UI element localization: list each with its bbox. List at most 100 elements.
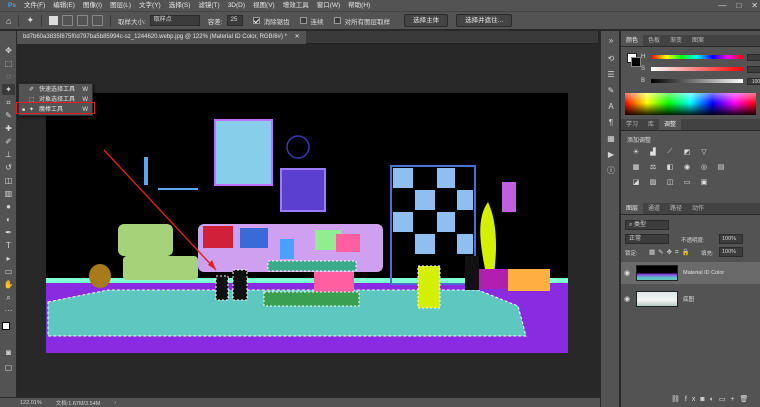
- visibility-eye-icon[interactable]: ◉: [621, 269, 633, 277]
- menu-type[interactable]: 文字(Y): [135, 0, 165, 11]
- levels-icon[interactable]: ▟: [648, 147, 658, 156]
- home-icon[interactable]: ⌂: [6, 16, 11, 26]
- swatches-icon[interactable]: ▦: [605, 133, 617, 144]
- zoom-tool-icon[interactable]: ⌕: [2, 292, 15, 303]
- stamp-tool-icon[interactable]: ⊥: [2, 149, 15, 160]
- document-tab[interactable]: bd7b60a3835f875f0d797ba5b85994c-sz_12446…: [17, 31, 306, 44]
- pen-tool-icon[interactable]: ✒: [2, 227, 15, 238]
- history-icon[interactable]: ⟲: [605, 53, 617, 64]
- layer-name[interactable]: Material ID Color: [683, 270, 724, 276]
- brightness-icon[interactable]: ☀: [631, 147, 641, 156]
- layer-row-material-id[interactable]: ◉ Material ID Color: [621, 262, 760, 284]
- s-slider[interactable]: [651, 67, 744, 71]
- healing-tool-icon[interactable]: ✚: [2, 123, 15, 134]
- select-and-mask-button[interactable]: 选择并遮住...: [456, 14, 513, 27]
- tab-channels[interactable]: 通道: [643, 203, 665, 214]
- fx-icon[interactable]: fx: [685, 396, 700, 403]
- menu-image[interactable]: 图像(I): [79, 0, 106, 11]
- mask-icon[interactable]: ◙: [700, 396, 709, 403]
- menu-plugins[interactable]: 增效工具: [279, 0, 313, 11]
- link-icon[interactable]: ⛓: [671, 396, 685, 403]
- menu-view[interactable]: 视图(V): [249, 0, 279, 11]
- actions-icon[interactable]: ▶: [605, 149, 617, 160]
- crop-tool-icon[interactable]: ⌗: [2, 97, 15, 108]
- brush-tool-icon[interactable]: ✐: [2, 136, 15, 147]
- zoom-level[interactable]: 122.01%: [20, 400, 42, 406]
- lock-icons[interactable]: ▦✎✥⌗🔒: [649, 248, 693, 257]
- contiguous-checkbox[interactable]: [299, 17, 307, 24]
- bw-icon[interactable]: ◧: [665, 162, 675, 171]
- menu-file[interactable]: 文件(F): [20, 0, 49, 11]
- new-selection-icon[interactable]: [48, 16, 58, 25]
- tab-layers[interactable]: 图层: [621, 203, 644, 214]
- history-brush-icon[interactable]: ↺: [2, 162, 15, 173]
- invert-icon[interactable]: ◪: [631, 177, 641, 186]
- opacity-input[interactable]: 100%: [719, 234, 743, 244]
- channel-mixer-icon[interactable]: ◎: [699, 162, 709, 171]
- close-window-button[interactable]: ✕: [751, 1, 758, 10]
- group-icon[interactable]: ▭: [719, 396, 731, 403]
- new-layer-icon[interactable]: +: [730, 396, 739, 403]
- hue-sat-icon[interactable]: ▦: [631, 162, 641, 171]
- vibrance-icon[interactable]: ▽: [699, 147, 709, 156]
- menu-select[interactable]: 选择(S): [165, 0, 195, 11]
- blur-tool-icon[interactable]: ●: [2, 201, 15, 212]
- antialias-checkbox[interactable]: [252, 17, 260, 24]
- tab-libraries[interactable]: 库: [643, 119, 659, 130]
- exposure-icon[interactable]: ◩: [682, 147, 692, 156]
- trash-icon[interactable]: 🗑: [740, 396, 754, 403]
- filter-kind-select[interactable]: ⌕ 类型: [625, 220, 669, 230]
- magic-wand-icon[interactable]: ✦: [26, 15, 34, 26]
- hand-tool-icon[interactable]: ✋: [2, 279, 15, 290]
- foreground-color-swatch[interactable]: [2, 322, 10, 330]
- screen-mode-icon[interactable]: ▢: [2, 362, 15, 373]
- tab-patterns[interactable]: 图案: [687, 35, 709, 46]
- doc-size[interactable]: 文档:1.67M/3.54M: [56, 399, 101, 407]
- h-slider[interactable]: [651, 55, 744, 59]
- collapse-icon[interactable]: »: [605, 35, 617, 46]
- menu-window[interactable]: 窗口(W): [313, 0, 344, 11]
- menu-help[interactable]: 帮助(H): [344, 0, 374, 11]
- color-lookup-icon[interactable]: ▤: [716, 162, 726, 171]
- tab-color[interactable]: 颜色: [621, 35, 644, 46]
- fill-input[interactable]: 100%: [719, 247, 743, 257]
- tab-paths[interactable]: 路径: [665, 203, 687, 214]
- status-arrow-icon[interactable]: ›: [114, 400, 116, 406]
- threshold-icon[interactable]: ◫: [665, 177, 675, 186]
- curves-icon[interactable]: ⟋: [665, 147, 675, 156]
- menu-edit[interactable]: 编辑(E): [49, 0, 79, 11]
- tolerance-input[interactable]: 25: [226, 15, 243, 26]
- subtract-selection-icon[interactable]: [76, 15, 88, 26]
- h-input[interactable]: [747, 53, 760, 61]
- path-select-icon[interactable]: ▸: [2, 253, 15, 264]
- s-input[interactable]: [747, 65, 760, 73]
- b-slider[interactable]: [651, 79, 744, 83]
- tab-adjustments[interactable]: 调整: [659, 119, 682, 130]
- select-subject-button[interactable]: 选择主体: [404, 14, 449, 27]
- quick-selection-item[interactable]: ✐ 快速选择工具 W: [19, 85, 92, 95]
- marquee-tool-icon[interactable]: ⬚: [2, 58, 15, 69]
- color-balance-icon[interactable]: ⚖: [648, 162, 658, 171]
- add-selection-icon[interactable]: [61, 15, 73, 26]
- blend-mode-select[interactable]: 正常: [625, 234, 669, 244]
- intersect-selection-icon[interactable]: [91, 15, 103, 26]
- tab-actions[interactable]: 动作: [687, 203, 709, 214]
- tab-gradients[interactable]: 渐变: [665, 35, 687, 46]
- minimize-button[interactable]: —: [718, 1, 726, 10]
- layer-row-base[interactable]: ◉ 底图: [621, 288, 760, 310]
- sample-size-select[interactable]: 取样点: [149, 15, 200, 26]
- posterize-icon[interactable]: ▨: [648, 177, 658, 186]
- dodge-tool-icon[interactable]: ◐: [2, 214, 15, 225]
- canvas-area[interactable]: [18, 44, 598, 397]
- move-tool-icon[interactable]: ✥: [2, 45, 15, 56]
- gradient-map-icon[interactable]: ▭: [682, 177, 692, 186]
- sample-all-checkbox[interactable]: [333, 17, 341, 24]
- info-icon[interactable]: ⓘ: [605, 165, 617, 176]
- type-tool-icon[interactable]: T: [2, 240, 15, 251]
- maximize-button[interactable]: □: [736, 1, 741, 10]
- color-panel-background[interactable]: [631, 57, 641, 67]
- eraser-tool-icon[interactable]: ◫: [2, 175, 15, 186]
- ps-logo[interactable]: Ps: [4, 0, 20, 11]
- more-tools-icon[interactable]: ···: [2, 305, 15, 316]
- eyedropper-tool-icon[interactable]: ✎: [2, 110, 15, 121]
